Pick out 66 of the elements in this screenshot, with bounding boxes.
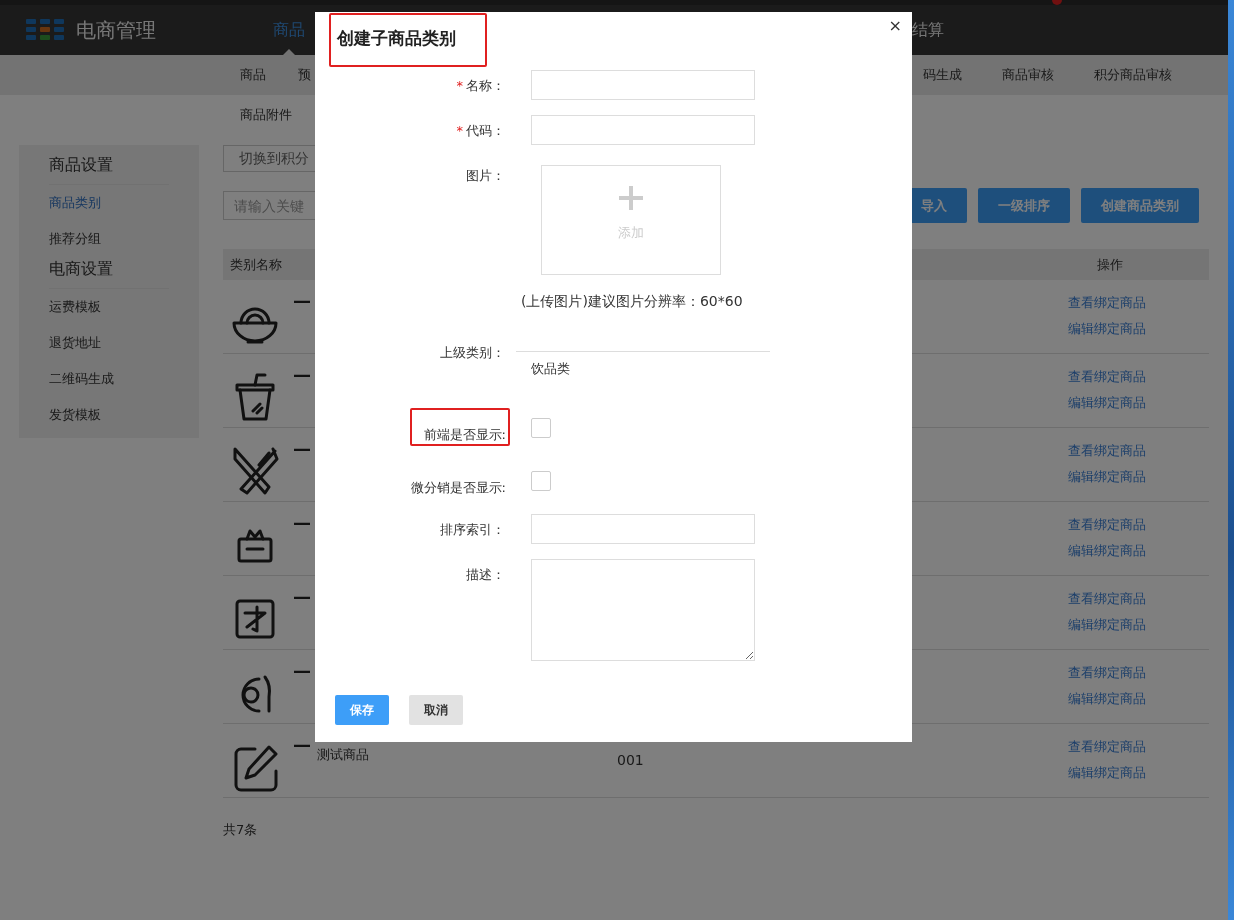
row-action-link[interactable]: 查看绑定商品 <box>1068 590 1146 608</box>
nav-tab[interactable]: 结算 <box>912 19 944 41</box>
sub-nav-link[interactable]: 商品附件 <box>240 106 292 124</box>
level-marker: — <box>293 438 312 459</box>
field-label: 微分销是否显示: <box>409 479 507 497</box>
plus-icon <box>617 184 645 212</box>
text-field[interactable] <box>531 115 755 145</box>
sidebar-item[interactable]: 运费模板 <box>49 289 199 325</box>
logo-icon <box>26 19 64 41</box>
row-action-link[interactable]: 编辑绑定商品 <box>1068 616 1146 634</box>
upload-hint: (上传图片)建议图片分辨率：60*60 <box>521 293 744 311</box>
text-field[interactable] <box>531 514 755 544</box>
level-marker: — <box>293 734 312 755</box>
checkbox[interactable] <box>531 471 551 491</box>
field-label: 前端是否显示: <box>409 408 510 446</box>
sub-nav-link[interactable]: 预 <box>298 66 311 84</box>
sidebar-section-title: 商品设置 <box>49 153 169 185</box>
row-action-link[interactable]: 编辑绑定商品 <box>1068 394 1146 412</box>
checkbox[interactable] <box>531 418 551 438</box>
parent-category-value: 饮品类 <box>531 360 571 378</box>
description-field[interactable] <box>531 559 755 661</box>
table-cell-text: 001 <box>617 752 645 768</box>
level-marker: — <box>293 586 312 607</box>
row-action-link[interactable]: 查看绑定商品 <box>1068 664 1146 682</box>
level-marker: — <box>293 290 312 311</box>
column-header: 操作 <box>1097 255 1123 274</box>
dialog-title: 创建子商品类别 <box>329 13 487 67</box>
row-action-link[interactable]: 查看绑定商品 <box>1068 442 1146 460</box>
total-count: 共7条 <box>223 821 259 839</box>
sidebar-item[interactable]: 商品类别 <box>49 185 199 221</box>
row-action-link[interactable]: 编辑绑定商品 <box>1068 690 1146 708</box>
column-header: 类别名称 <box>230 255 282 274</box>
sidebar-item[interactable]: 发货模板 <box>49 397 199 433</box>
sidebar-section-title: 电商设置 <box>49 257 169 289</box>
level-marker: — <box>293 512 312 533</box>
table-cell-text: 测试商品 <box>317 746 370 764</box>
field-label: 上级类别： <box>440 344 505 362</box>
cancel-button[interactable]: 取消 <box>409 695 463 725</box>
sub-nav-link[interactable]: 商品 <box>240 66 266 84</box>
app-title: 电商管理 <box>76 16 157 44</box>
row-action-link[interactable]: 查看绑定商品 <box>1068 368 1146 386</box>
sidebar-item[interactable]: 二维码生成 <box>49 361 199 397</box>
row-action-link[interactable]: 查看绑定商品 <box>1068 738 1146 756</box>
row-action-link[interactable]: 编辑绑定商品 <box>1068 468 1146 486</box>
field-label: * 名称： <box>456 77 505 95</box>
field-label: * 代码： <box>456 122 505 140</box>
action-button[interactable]: 创建商品类别 <box>1081 188 1199 223</box>
field-label: 描述： <box>466 566 505 584</box>
sub-nav-link[interactable]: 积分商品审核 <box>1094 66 1172 84</box>
sub-nav-link[interactable]: 码生成 <box>923 66 962 84</box>
row-action-link[interactable]: 编辑绑定商品 <box>1068 320 1146 338</box>
row-action-link[interactable]: 编辑绑定商品 <box>1068 764 1146 782</box>
sidebar-item[interactable]: 推荐分组 <box>49 221 199 257</box>
text-field[interactable] <box>531 70 755 100</box>
row-action-link[interactable]: 编辑绑定商品 <box>1068 542 1146 560</box>
sidebar-item[interactable]: 退货地址 <box>49 325 199 361</box>
save-button[interactable]: 保存 <box>335 695 389 725</box>
action-button[interactable]: 一级排序 <box>978 188 1070 223</box>
sub-nav-link[interactable]: 商品审核 <box>1002 66 1054 84</box>
row-action-link[interactable]: 查看绑定商品 <box>1068 516 1146 534</box>
field-label: 排序索引： <box>440 521 505 539</box>
close-button[interactable]: × <box>888 16 902 35</box>
level-marker: — <box>293 364 312 385</box>
field-label: 图片： <box>466 167 505 185</box>
row-action-link[interactable]: 查看绑定商品 <box>1068 294 1146 312</box>
level-marker: — <box>293 660 312 681</box>
